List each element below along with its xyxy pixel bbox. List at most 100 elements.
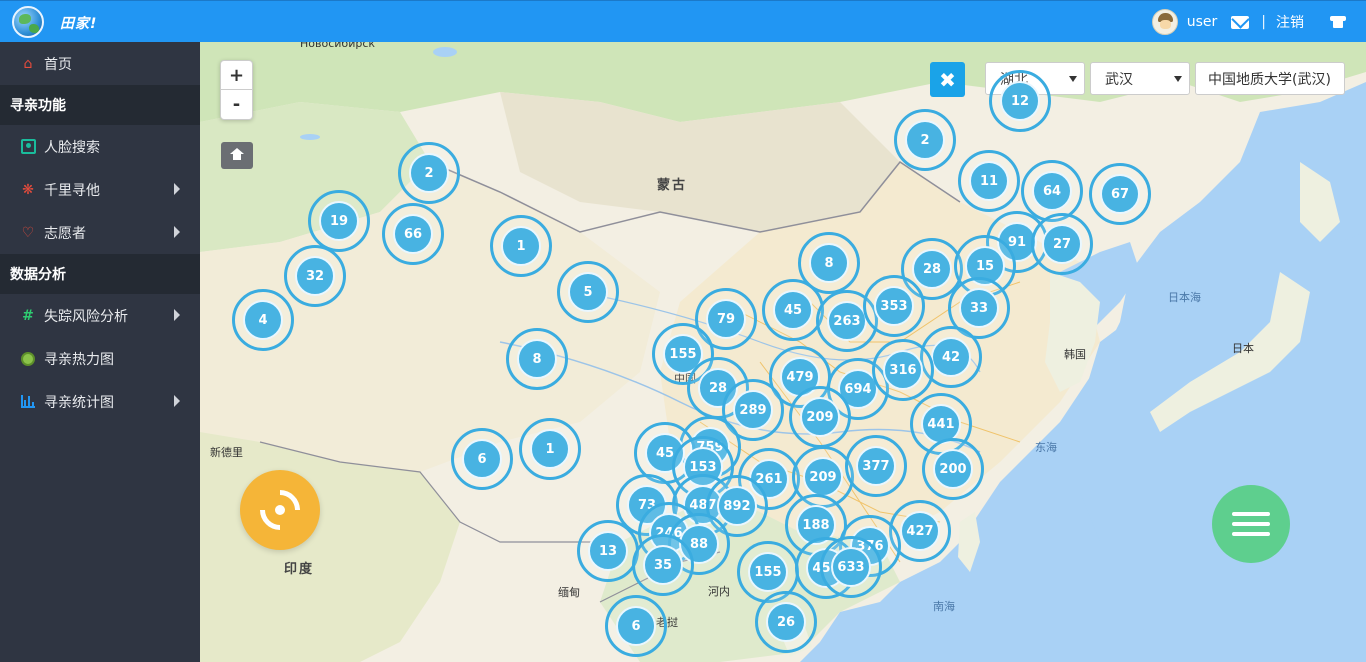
cluster-count: 289 <box>733 390 773 430</box>
zoom-in-button[interactable]: + <box>221 61 252 90</box>
sidebar-item-volunteer[interactable]: ♡ 志愿者 <box>0 211 200 254</box>
map-cluster-marker[interactable]: 2 <box>398 142 460 204</box>
sidebar-item-label: 失踪风险分析 <box>44 308 128 325</box>
map-cluster-marker[interactable]: 45 <box>762 279 824 341</box>
sidebar-item-face-search[interactable]: 人脸搜索 <box>0 125 200 168</box>
map-cluster-marker[interactable]: 1 <box>490 215 552 277</box>
location-input[interactable]: 中国地质大学(武汉) <box>1195 62 1345 95</box>
map-label-sea-of-japan: 日本海 <box>1168 291 1201 304</box>
map-cluster-marker[interactable]: 2 <box>894 109 956 171</box>
bar-chart-icon <box>20 394 36 410</box>
cluster-count: 13 <box>588 531 628 571</box>
sidebar: ⌂ 首页 寻亲功能 人脸搜索 ❋ 千里寻他 ♡ 志愿者 数据分析 # 失踪风险分… <box>0 42 200 662</box>
cluster-count: 1 <box>530 429 570 469</box>
target-icon <box>251 481 309 539</box>
sidebar-item-label: 千里寻他 <box>44 182 100 199</box>
map-label-japan: 日本 <box>1232 342 1254 355</box>
map-cluster-marker[interactable]: 5 <box>557 261 619 323</box>
map-cluster-marker[interactable]: 11 <box>958 150 1020 212</box>
cluster-count: 377 <box>856 446 896 486</box>
cluster-count: 200 <box>933 449 973 489</box>
mail-icon[interactable] <box>1231 15 1250 29</box>
cluster-count: 633 <box>831 547 871 587</box>
map-cluster-marker[interactable]: 633 <box>820 536 882 598</box>
map-cluster-marker[interactable]: 13 <box>577 520 639 582</box>
cluster-count: 2 <box>409 153 449 193</box>
map-cluster-marker[interactable]: 67 <box>1089 163 1151 225</box>
map-cluster-marker[interactable]: 26 <box>755 591 817 653</box>
logout-link[interactable]: 注销 <box>1276 12 1304 32</box>
cluster-count: 28 <box>912 249 952 289</box>
username-label[interactable]: user <box>1187 14 1218 30</box>
grid-icon: # <box>22 307 34 324</box>
caret-down-icon <box>1069 76 1077 82</box>
sidebar-item-find-them[interactable]: ❋ 千里寻他 <box>0 168 200 211</box>
map-cluster-marker[interactable]: 200 <box>922 438 984 500</box>
theme-shirt-icon[interactable] <box>1330 16 1346 28</box>
city-select[interactable]: 武汉 <box>1090 62 1190 95</box>
map-cluster-marker[interactable]: 27 <box>1031 213 1093 275</box>
sidebar-section-analysis: 数据分析 <box>0 254 200 294</box>
map-cluster-marker[interactable]: 1 <box>519 418 581 480</box>
map-label-korea: 韩国 <box>1064 348 1086 361</box>
map-cluster-marker[interactable]: 35 <box>632 534 694 596</box>
cluster-count: 4 <box>243 300 283 340</box>
map-cluster-marker[interactable]: 4 <box>232 289 294 351</box>
top-header: 田家! user | 注销 <box>0 0 1366 42</box>
map-cluster-marker[interactable]: 19 <box>308 190 370 252</box>
tools-wrench-icon[interactable]: ✖ <box>930 62 965 97</box>
city-select-value: 武汉 <box>1105 71 1133 88</box>
cluster-count: 8 <box>517 339 557 379</box>
map-label-india: 印度 <box>284 562 315 577</box>
footprint-icon: ❋ <box>22 181 34 198</box>
cluster-count: 32 <box>295 256 335 296</box>
cluster-count: 155 <box>748 552 788 592</box>
cluster-count: 35 <box>643 545 683 585</box>
face-scan-icon <box>20 139 36 155</box>
map-label-east-sea: 东海 <box>1035 441 1057 454</box>
cluster-count: 353 <box>874 286 914 326</box>
menu-hamburger-button[interactable] <box>1212 485 1290 563</box>
sidebar-item-statistics[interactable]: 寻亲统计图 <box>0 380 200 423</box>
cluster-count: 1 <box>501 226 541 266</box>
sidebar-item-home[interactable]: ⌂ 首页 <box>0 42 200 85</box>
cluster-count: 45 <box>773 290 813 330</box>
cluster-count: 26 <box>766 602 806 642</box>
cluster-count: 263 <box>827 301 867 341</box>
sidebar-section-search: 寻亲功能 <box>0 85 200 125</box>
map-cluster-marker[interactable]: 66 <box>382 203 444 265</box>
map-label-south-sea: 南海 <box>933 600 955 613</box>
user-avatar[interactable] <box>1151 9 1178 35</box>
map-cluster-marker[interactable]: 377 <box>845 435 907 497</box>
chevron-right-icon <box>174 183 180 195</box>
sidebar-item-label: 人脸搜索 <box>44 139 100 156</box>
map-view[interactable]: Новосибирск 蒙古 中国 印度 日本 韩国 缅甸 老挝 河内 新德里 … <box>200 42 1366 662</box>
sidebar-item-label: 寻亲热力图 <box>44 351 114 368</box>
sidebar-item-risk-analysis[interactable]: # 失踪风险分析 <box>0 294 200 337</box>
cluster-count: 64 <box>1032 171 1072 211</box>
sidebar-item-label: 志愿者 <box>44 225 86 242</box>
home-icon: ⌂ <box>23 55 33 72</box>
map-label-myanmar: 缅甸 <box>558 586 580 599</box>
heart-icon: ♡ <box>21 224 35 241</box>
map-home-button[interactable] <box>221 142 253 169</box>
map-cluster-marker[interactable]: 6 <box>605 595 667 657</box>
map-cluster-marker[interactable]: 64 <box>1021 160 1083 222</box>
map-cluster-marker[interactable]: 6 <box>451 428 513 490</box>
map-cluster-marker[interactable]: 32 <box>284 245 346 307</box>
map-label-novosibirsk: Новосибирск <box>300 42 376 50</box>
cluster-count: 2 <box>905 120 945 160</box>
sidebar-item-label: 首页 <box>44 56 72 73</box>
cluster-count: 11 <box>969 161 1009 201</box>
zoom-out-button[interactable]: - <box>221 90 252 119</box>
locate-target-button[interactable] <box>240 470 320 550</box>
cluster-count: 6 <box>616 606 656 646</box>
map-cluster-marker[interactable]: 8 <box>506 328 568 390</box>
map-cluster-marker[interactable]: 316 <box>872 339 934 401</box>
map-cluster-marker[interactable]: 12 <box>989 70 1051 132</box>
app-logo-globe-icon[interactable] <box>12 6 44 38</box>
map-cluster-marker[interactable]: 353 <box>863 275 925 337</box>
sidebar-item-heatmap[interactable]: 寻亲热力图 <box>0 337 200 380</box>
map-label-hanoi: 河内 <box>708 585 730 598</box>
map-cluster-marker[interactable]: 209 <box>789 386 851 448</box>
